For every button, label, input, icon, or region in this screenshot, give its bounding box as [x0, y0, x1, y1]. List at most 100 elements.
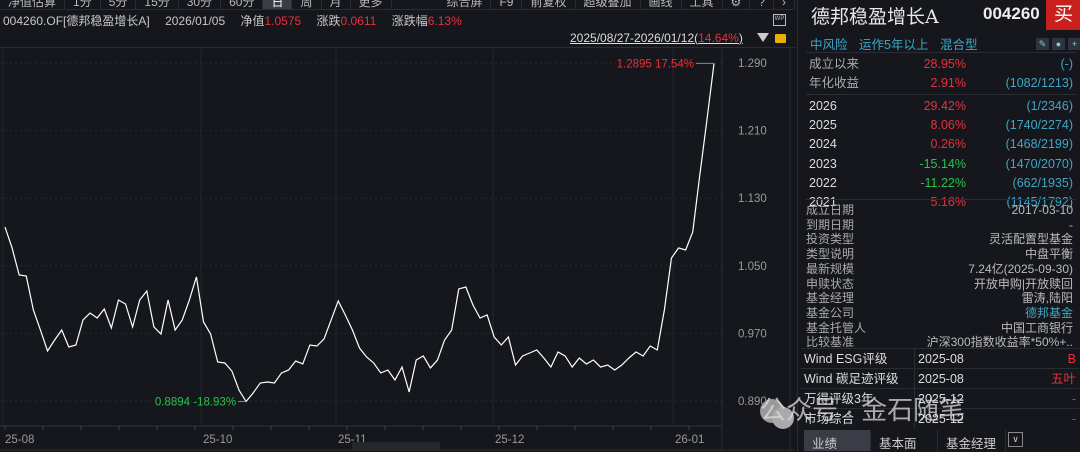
- detail-key: 到期日期: [806, 217, 855, 232]
- rating-name: Wind 碳足迹评级: [804, 372, 899, 386]
- detail-key: 基金经理: [806, 291, 855, 306]
- detail-value: 开放申购|开放赎回: [973, 276, 1073, 291]
- tag: 混合型: [939, 38, 978, 52]
- wp-icon[interactable]: WP: [773, 14, 786, 26]
- dropdown-triangle-icon[interactable]: [757, 33, 769, 42]
- min-label: 0.8894 -18.93%: [155, 397, 236, 409]
- change-pct-label: 涨跌幅: [391, 14, 428, 28]
- tag: 运作5年以上: [859, 38, 929, 52]
- toolbar-item[interactable]: 30分: [179, 0, 222, 9]
- x-tick-label: 25-12: [495, 434, 524, 446]
- toolbar-item[interactable]: 综合屏: [438, 0, 492, 9]
- lock-icon[interactable]: [775, 34, 786, 43]
- date-range-link[interactable]: 2025/08/27-2026/01/12(14.64%): [570, 31, 743, 45]
- return: 29.42%: [923, 98, 966, 113]
- return: -15.14%: [919, 156, 966, 171]
- detail-row: 类型说明 中盘平衡: [806, 247, 1076, 262]
- x-tick-label: 25-08: [5, 434, 34, 446]
- tab-performance[interactable]: 业绩: [804, 430, 871, 451]
- detail-value: 中盘平衡: [1024, 247, 1073, 262]
- range-pct: 14.64%: [698, 31, 739, 45]
- y-tick-label: 1.290: [738, 58, 767, 70]
- toolbar-item[interactable]: 工具: [682, 0, 723, 9]
- collapse-handle: [352, 442, 440, 451]
- nav-line-chart[interactable]: 1.2901.2101.1301.0500.9700.89025-08 25-10…: [0, 48, 795, 451]
- toolbar-item[interactable]: 60分: [221, 0, 264, 9]
- toolbar-item[interactable]: 净值估算: [0, 0, 66, 9]
- fund-code-name: 004260.OF[德邦稳盈增长A]: [3, 14, 150, 28]
- rank: (1/2346): [1026, 98, 1073, 113]
- change-value: 0.0611: [340, 14, 377, 28]
- rank: (1082/1213): [1005, 76, 1073, 91]
- detail-value[interactable]: 德邦基金: [1025, 306, 1073, 321]
- range-close: ): [738, 31, 743, 45]
- detail-value: 2017-03-10: [1011, 203, 1073, 217]
- toolbar-item[interactable]: 更多: [351, 0, 392, 9]
- fund-tags: 中风险 运作5年以上 混合型: [810, 34, 985, 53]
- rating-name: Wind ESG评级: [804, 352, 888, 366]
- detail-row: 最新规模 7.24亿(2025-09-30): [806, 262, 1076, 277]
- edit-icon[interactable]: ✎: [1036, 38, 1049, 50]
- bell-icon[interactable]: ●: [1052, 38, 1065, 50]
- toolbar-right: 综合屏 F9 前复权 超级叠加 画线 工具 ⚙? ›: [438, 0, 795, 9]
- tag: 中风险: [810, 38, 848, 52]
- period: 2022: [809, 175, 837, 190]
- buy-button[interactable]: 买: [1046, 0, 1080, 30]
- toolbar-item[interactable]: 15分: [136, 0, 179, 9]
- y-tick-label: 0.970: [738, 328, 767, 340]
- detail-value: 灵活配置型基金: [988, 232, 1073, 247]
- toolbar-item[interactable]: 日: [263, 0, 293, 9]
- change-label: 涨跌: [316, 14, 341, 28]
- help-icon[interactable]: ?: [750, 0, 774, 9]
- return: 2.91%: [930, 76, 966, 91]
- watermark: 公众号 · 金石随笔: [760, 395, 966, 425]
- nav-value: 1.0575: [264, 14, 302, 28]
- tabs-dropdown-icon[interactable]: ∨: [1008, 432, 1023, 447]
- y-tick-label: 1.050: [738, 261, 767, 273]
- rank: (1470/2070): [1005, 156, 1073, 171]
- detail-key: 申赎状态: [806, 276, 855, 291]
- add-icon[interactable]: +: [1068, 38, 1080, 50]
- toolbar-item[interactable]: 超级叠加: [576, 0, 641, 9]
- performance-row: 成立以来 28.95% (-): [806, 56, 1076, 73]
- detail-value: 中国工商银行: [1000, 320, 1073, 335]
- rank: (662/1935): [1012, 175, 1073, 190]
- performance-row: 年化收益 2.91% (1082/1213): [806, 75, 1076, 92]
- fund-code: 004260: [983, 4, 1040, 23]
- nav-label: 净值: [240, 14, 265, 28]
- rank: (-): [1060, 57, 1074, 71]
- tab-fundamentals[interactable]: 基本面: [871, 430, 938, 451]
- rating-row: Wind ESG评级 2025-08 B: [801, 348, 1079, 369]
- toolbar-item[interactable]: 画线: [641, 0, 682, 9]
- toolbar-item[interactable]: 月: [322, 0, 351, 9]
- detail-key: 基金公司: [806, 305, 855, 320]
- rating-row: Wind 碳足迹评级 2025-08 五叶: [801, 368, 1079, 389]
- toolbar-item[interactable]: 1分: [65, 0, 101, 9]
- x-tick-label: 26-01: [675, 434, 704, 446]
- detail-key: 基金托管人: [806, 320, 867, 335]
- x-tick-label: 25-10: [203, 434, 232, 446]
- toolbar-item[interactable]: F9: [491, 0, 523, 9]
- performance-row: 2023 -15.14% (1470/2070): [806, 156, 1076, 173]
- tab-fund-manager[interactable]: 基金经理: [938, 430, 1006, 451]
- toolbar-item[interactable]: 前复权: [522, 0, 576, 9]
- detail-value: -: [1069, 217, 1073, 232]
- toolbar-item[interactable]: 周: [292, 0, 322, 9]
- toolbar-item[interactable]: 5分: [101, 0, 137, 9]
- period: 成立以来: [809, 57, 860, 71]
- period-toolbar: 净值估算 1分 5分 15分 30分 60分日周月更多 综合屏 F9 前复权 超级叠加 画线 工具 ⚙?…: [0, 0, 795, 10]
- rating-date: 2025-08: [914, 349, 964, 369]
- chevron-right-icon[interactable]: ›: [774, 0, 795, 9]
- period: 年化收益: [809, 76, 860, 91]
- detail-key: 类型说明: [806, 247, 855, 262]
- gear-icon[interactable]: ⚙: [723, 0, 751, 9]
- return: 8.06%: [930, 117, 966, 132]
- detail-key: 最新规模: [806, 261, 855, 276]
- rating-date: 2025-08: [914, 369, 964, 389]
- nav-line: [4, 63, 715, 403]
- detail-row: 基金托管人 中国工商银行: [806, 321, 1076, 336]
- detail-key: 成立日期: [806, 203, 855, 217]
- info-date: 2026/01/05: [165, 14, 226, 28]
- rating-value: -: [1071, 392, 1076, 406]
- fund-info-bar: 004260.OF[德邦稳盈增长A] 2026/01/05 净值1.0575 涨…: [3, 12, 462, 29]
